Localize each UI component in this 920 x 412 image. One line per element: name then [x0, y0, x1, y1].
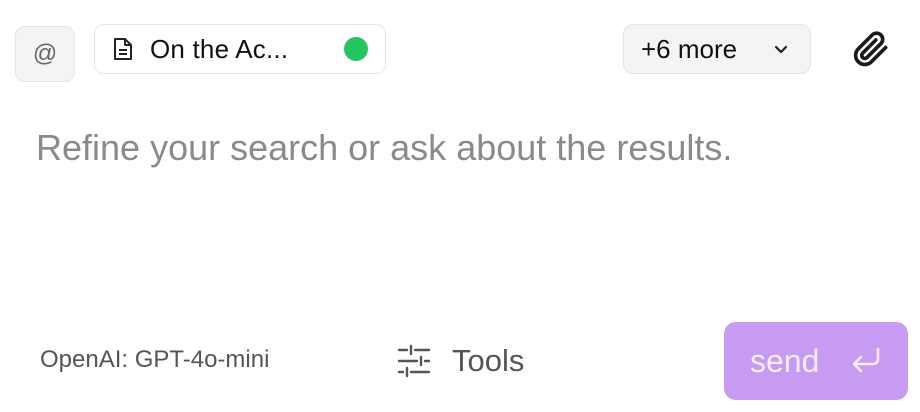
model-selector[interactable]: OpenAI: GPT-4o-mini [40, 346, 269, 374]
enter-icon [852, 347, 880, 373]
mention-button[interactable]: @ [15, 26, 75, 82]
send-button[interactable]: send [724, 322, 908, 400]
chevron-down-icon [774, 45, 788, 54]
attach-file-button[interactable] [848, 26, 892, 72]
chat-composer: @ On the Ac... +6 more OpenAI: GPT-4o-mi… [0, 0, 920, 412]
paperclip-icon [853, 31, 888, 67]
sliders-icon [397, 344, 431, 378]
more-attachments-label: +6 more [641, 33, 738, 64]
status-dot [344, 37, 368, 61]
attached-file-chip[interactable]: On the Ac... [94, 24, 386, 74]
tools-label: Tools [452, 343, 525, 378]
attached-file-name: On the Ac... [150, 33, 289, 64]
more-attachments-button[interactable]: +6 more [623, 24, 811, 74]
tools-button[interactable]: Tools [396, 338, 524, 384]
send-label: send [750, 342, 820, 379]
at-icon: @ [32, 40, 58, 67]
document-icon [111, 35, 135, 63]
prompt-input[interactable] [36, 120, 886, 300]
